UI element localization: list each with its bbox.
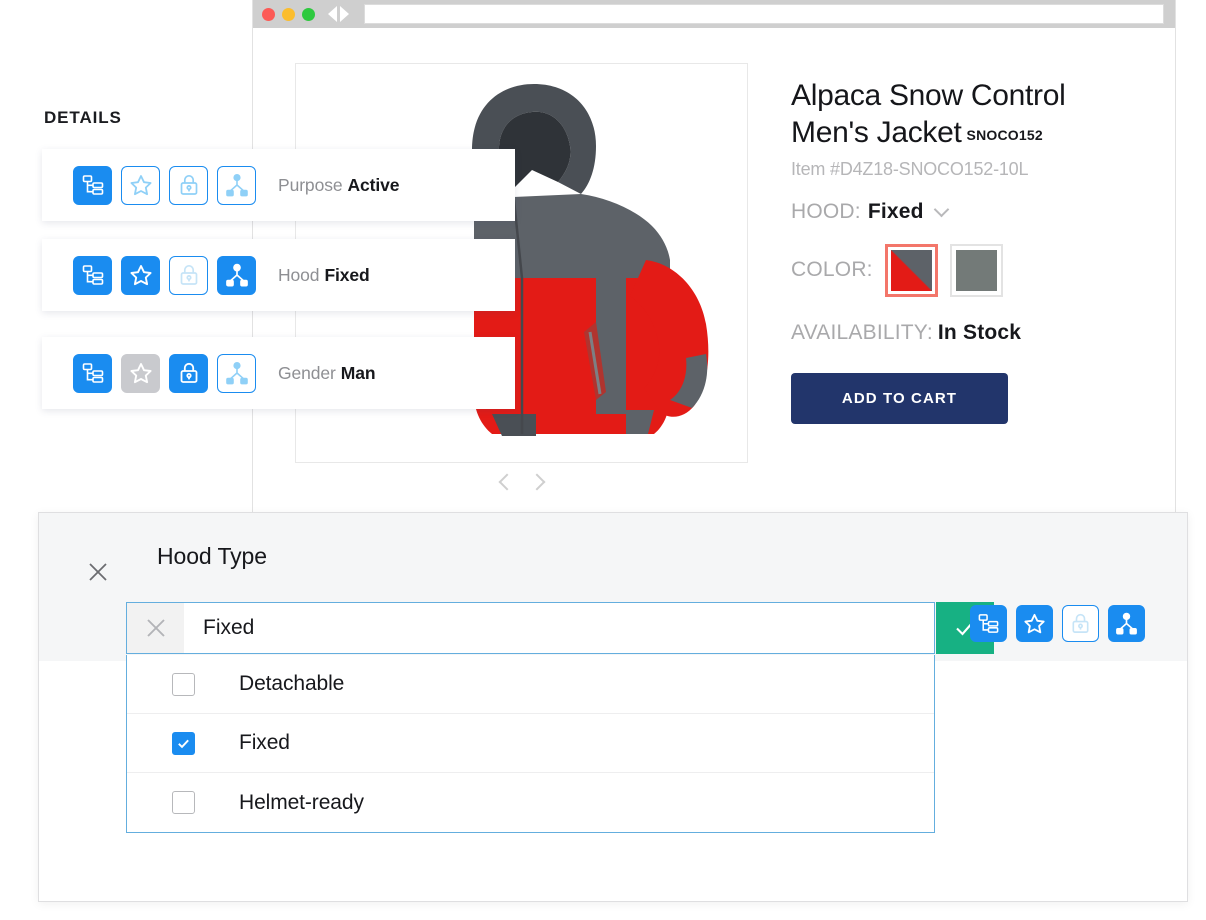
- hierarchy-icon[interactable]: [73, 165, 112, 205]
- color-swatch-red-gray-fill: [890, 249, 932, 291]
- hood-spec-row[interactable]: HOOD: Fixed: [791, 200, 1151, 224]
- option-row-helmet-ready[interactable]: Helmet-ready: [127, 773, 934, 832]
- option-row-detachable[interactable]: Detachable: [127, 655, 934, 714]
- availability-label: AVAILABILITY:: [791, 320, 933, 344]
- network-icon[interactable]: [217, 165, 256, 205]
- option-label: Detachable: [239, 672, 345, 695]
- detail-value: Active: [347, 174, 400, 195]
- lock-icon[interactable]: [169, 165, 208, 205]
- hierarchy-icon[interactable]: [73, 353, 112, 393]
- checkbox-unchecked-icon[interactable]: [172, 672, 195, 696]
- hierarchy-icon[interactable]: [73, 255, 112, 295]
- star-icon[interactable]: [121, 353, 160, 393]
- detail-row-gender[interactable]: Gender Man: [42, 337, 515, 409]
- product-info-panel: Alpaca Snow Control Men's Jacket SNOCO152…: [791, 78, 1151, 424]
- detail-label: Hood: [278, 264, 320, 285]
- details-heading: DETAILS: [44, 108, 122, 127]
- color-swatch-gray-fill: [955, 249, 997, 291]
- star-icon[interactable]: [121, 165, 160, 205]
- detail-label: Purpose: [278, 174, 343, 195]
- item-number: Item #D4Z18-SNOCO152-10L: [791, 158, 1029, 179]
- detail-row-hood[interactable]: Hood Fixed: [42, 239, 515, 311]
- color-swatch-red-gray[interactable]: [884, 243, 938, 297]
- detail-label: Gender: [278, 362, 336, 383]
- dialog-icon-strip: [970, 605, 1145, 642]
- lock-icon[interactable]: [169, 255, 208, 295]
- detail-row-text: Purpose Active: [278, 174, 400, 196]
- option-label: Fixed: [239, 731, 290, 754]
- option-row-fixed[interactable]: Fixed: [127, 714, 934, 773]
- product-sku-badge: SNOCO152: [966, 126, 1043, 143]
- hood-label: HOOD:: [791, 199, 861, 223]
- hood-type-option-list: Detachable Fixed Helmet-ready: [126, 655, 935, 833]
- checkbox-unchecked-icon[interactable]: [172, 791, 195, 814]
- carousel-next-icon[interactable]: [528, 473, 545, 491]
- availability-value: In Stock: [937, 320, 1022, 344]
- dialog-value-input[interactable]: Fixed: [126, 602, 935, 654]
- checkbox-checked-icon[interactable]: [172, 731, 195, 755]
- color-spec-row: COLOR:: [791, 243, 1151, 297]
- dialog-title: Hood Type: [157, 543, 267, 569]
- star-icon[interactable]: [121, 255, 160, 295]
- detail-icon-strip: [73, 165, 256, 205]
- network-icon[interactable]: [217, 255, 256, 295]
- detail-value: Fixed: [324, 264, 370, 285]
- hierarchy-icon[interactable]: [970, 605, 1007, 642]
- color-swatch-group: [884, 243, 1003, 297]
- detail-row-purpose[interactable]: Purpose Active: [42, 149, 515, 221]
- image-carousel-nav: [295, 473, 748, 491]
- color-label: COLOR:: [791, 258, 873, 282]
- dialog-close-icon[interactable]: [87, 561, 109, 583]
- detail-row-text: Hood Fixed: [278, 265, 370, 286]
- star-icon[interactable]: [1016, 605, 1053, 642]
- lock-icon[interactable]: [1062, 605, 1099, 642]
- clear-input-icon[interactable]: [127, 603, 184, 653]
- product-title: Alpaca Snow Control Men's Jacket SNOCO152: [791, 78, 1151, 152]
- network-icon[interactable]: [217, 353, 256, 393]
- detail-value: Man: [340, 362, 376, 383]
- chevron-down-icon[interactable]: [933, 201, 949, 218]
- option-label: Helmet-ready: [239, 790, 364, 814]
- detail-icon-strip: [73, 353, 256, 393]
- lock-icon[interactable]: [169, 353, 208, 393]
- add-to-cart-button[interactable]: ADD TO CART: [791, 372, 1008, 424]
- dialog-input-text[interactable]: Fixed: [184, 603, 934, 653]
- hood-value: Fixed: [867, 199, 924, 223]
- network-icon[interactable]: [1108, 605, 1145, 642]
- carousel-prev-icon[interactable]: [498, 473, 515, 491]
- color-swatch-gray[interactable]: [949, 243, 1003, 297]
- detail-row-text: Gender Man: [278, 362, 376, 384]
- details-overlay: DETAILS Purpose Active Hood Fixed Gender…: [0, 0, 530, 440]
- detail-icon-strip: [73, 255, 256, 295]
- availability-row: AVAILABILITY: In Stock: [791, 321, 1151, 345]
